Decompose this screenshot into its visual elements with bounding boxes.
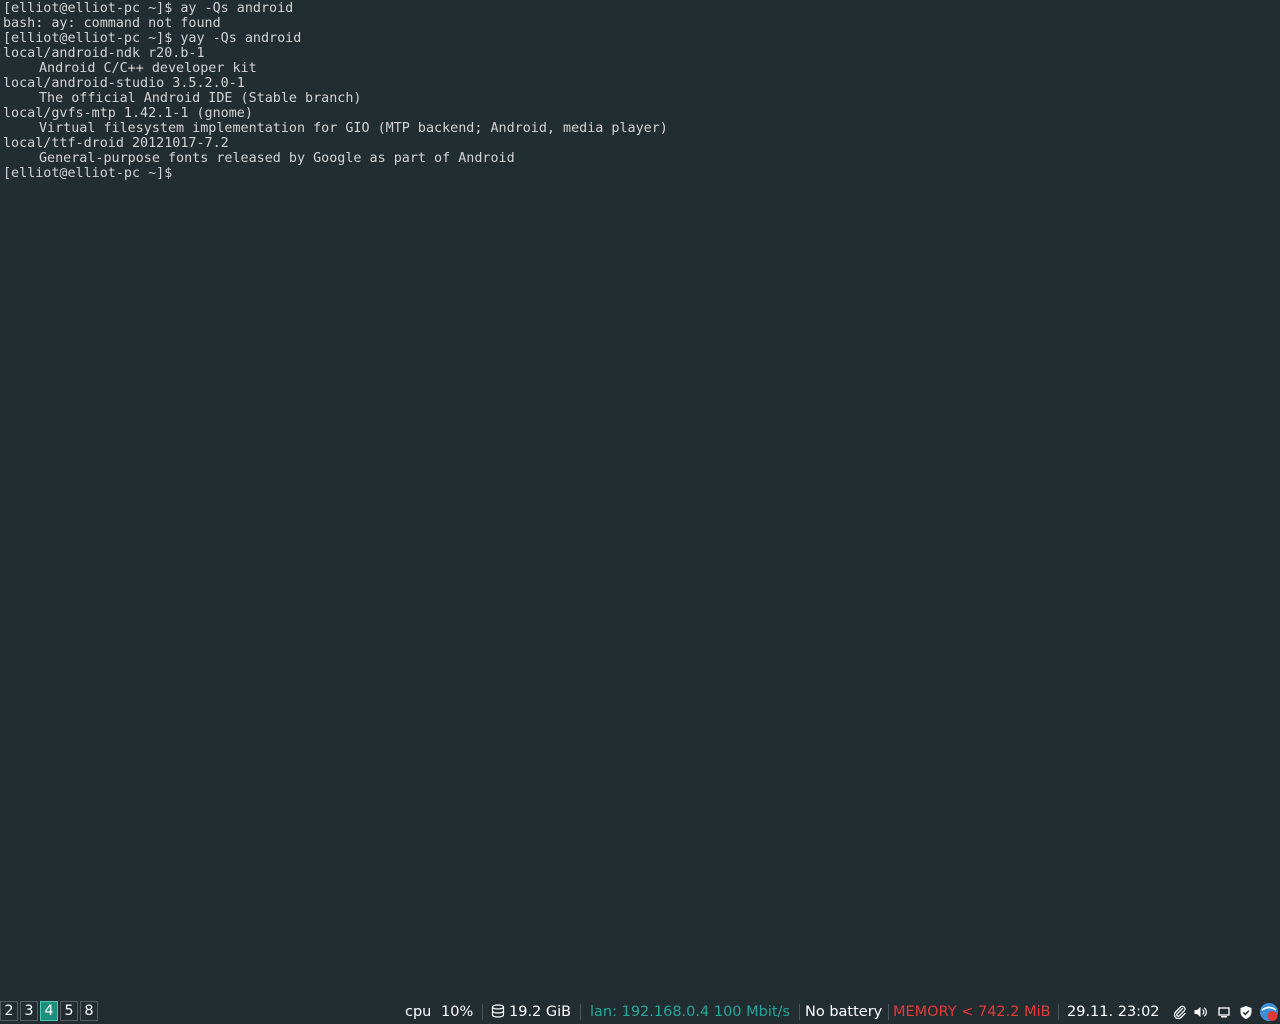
- separator: [888, 1004, 889, 1020]
- package-description: General-purpose fonts released by Google…: [39, 151, 515, 166]
- shell-prompt: [elliot@elliot-pc ~]$: [3, 31, 173, 46]
- workspace-button-4[interactable]: 4: [40, 1001, 58, 1021]
- terminal-prompt-line: [elliot@elliot-pc ~]$ ay -Qs android: [3, 1, 1280, 16]
- separator: [482, 1004, 483, 1020]
- workspace-list: 23458: [0, 1001, 100, 1021]
- package-description: Android C/C++ developer kit: [39, 61, 257, 76]
- package-description: Virtual filesystem implementation for GI…: [39, 121, 668, 136]
- workspace-button-8[interactable]: 8: [80, 1001, 98, 1021]
- terminal-output-line: The official Android IDE (Stable branch): [3, 91, 1280, 106]
- workspace-button-2[interactable]: 2: [0, 1001, 18, 1021]
- workspace-button-5[interactable]: 5: [60, 1001, 78, 1021]
- shell-command: yay -Qs android: [172, 31, 302, 46]
- terminal-output-line: Android C/C++ developer kit: [3, 61, 1280, 76]
- terminal-output-line: General-purpose fonts released by Google…: [3, 151, 1280, 166]
- disk-free-value: 19.2 GiB: [509, 1004, 572, 1020]
- terminal-output-line: local/gvfs-mtp 1.42.1-1 (gnome): [3, 106, 1280, 121]
- terminal-output-line: local/android-studio 3.5.2.0-1: [3, 76, 1280, 91]
- shell-prompt: [elliot@elliot-pc ~]$: [3, 1, 173, 16]
- terminal-prompt-line: [elliot@elliot-pc ~]$ yay -Qs android: [3, 31, 1280, 46]
- shell-prompt: [elliot@elliot-pc ~]$: [3, 166, 173, 181]
- shell-command: ay -Qs android: [172, 1, 294, 16]
- display-icon[interactable]: [1215, 1003, 1233, 1021]
- output-text: bash: ay: command not found: [3, 16, 221, 31]
- output-text: local/gvfs-mtp 1.42.1-1 (gnome): [3, 106, 253, 121]
- separator: [580, 1004, 581, 1020]
- terminal-prompt-line: [elliot@elliot-pc ~]$: [3, 166, 1280, 181]
- battery-status: No battery: [805, 1004, 883, 1020]
- paperclip-icon[interactable]: [1171, 1003, 1189, 1021]
- terminal-output-line: bash: ay: command not found: [3, 16, 1280, 31]
- terminal-output-line: local/ttf-droid 20121017-7.2: [3, 136, 1280, 151]
- package-description: The official Android IDE (Stable branch): [39, 91, 362, 106]
- cpu-value: 10%: [441, 1004, 474, 1020]
- workspace-button-3[interactable]: 3: [20, 1001, 38, 1021]
- volume-icon[interactable]: [1192, 1003, 1210, 1021]
- terminal-output-line: local/android-ndk r20.b-1: [3, 46, 1280, 61]
- output-text: local/ttf-droid 20121017-7.2: [3, 136, 229, 151]
- memory-status: MEMORY < 742.2 MiB: [893, 1004, 1051, 1020]
- output-text: local/android-studio 3.5.2.0-1: [3, 76, 245, 91]
- app-badge-icon[interactable]: [1259, 1003, 1279, 1021]
- cpu-label: cpu: [405, 1004, 432, 1020]
- separator: [1058, 1004, 1059, 1020]
- clock: 29.11. 23:02: [1067, 1004, 1160, 1020]
- output-text: local/android-ndk r20.b-1: [3, 46, 205, 61]
- lan-status: lan: 192.168.0.4 100 Mbit/s: [590, 1004, 790, 1020]
- shield-check-icon[interactable]: [1237, 1003, 1255, 1021]
- terminal-output-line: Virtual filesystem implementation for GI…: [3, 121, 1280, 136]
- disk-icon: [491, 1000, 505, 1024]
- status-bar: 23458 cpu 10% 19.2 GiB lan: 192.168.0.4 …: [0, 1000, 1280, 1024]
- terminal-output[interactable]: [elliot@elliot-pc ~]$ ay -Qs android bash…: [0, 0, 1280, 998]
- separator: [799, 1004, 800, 1020]
